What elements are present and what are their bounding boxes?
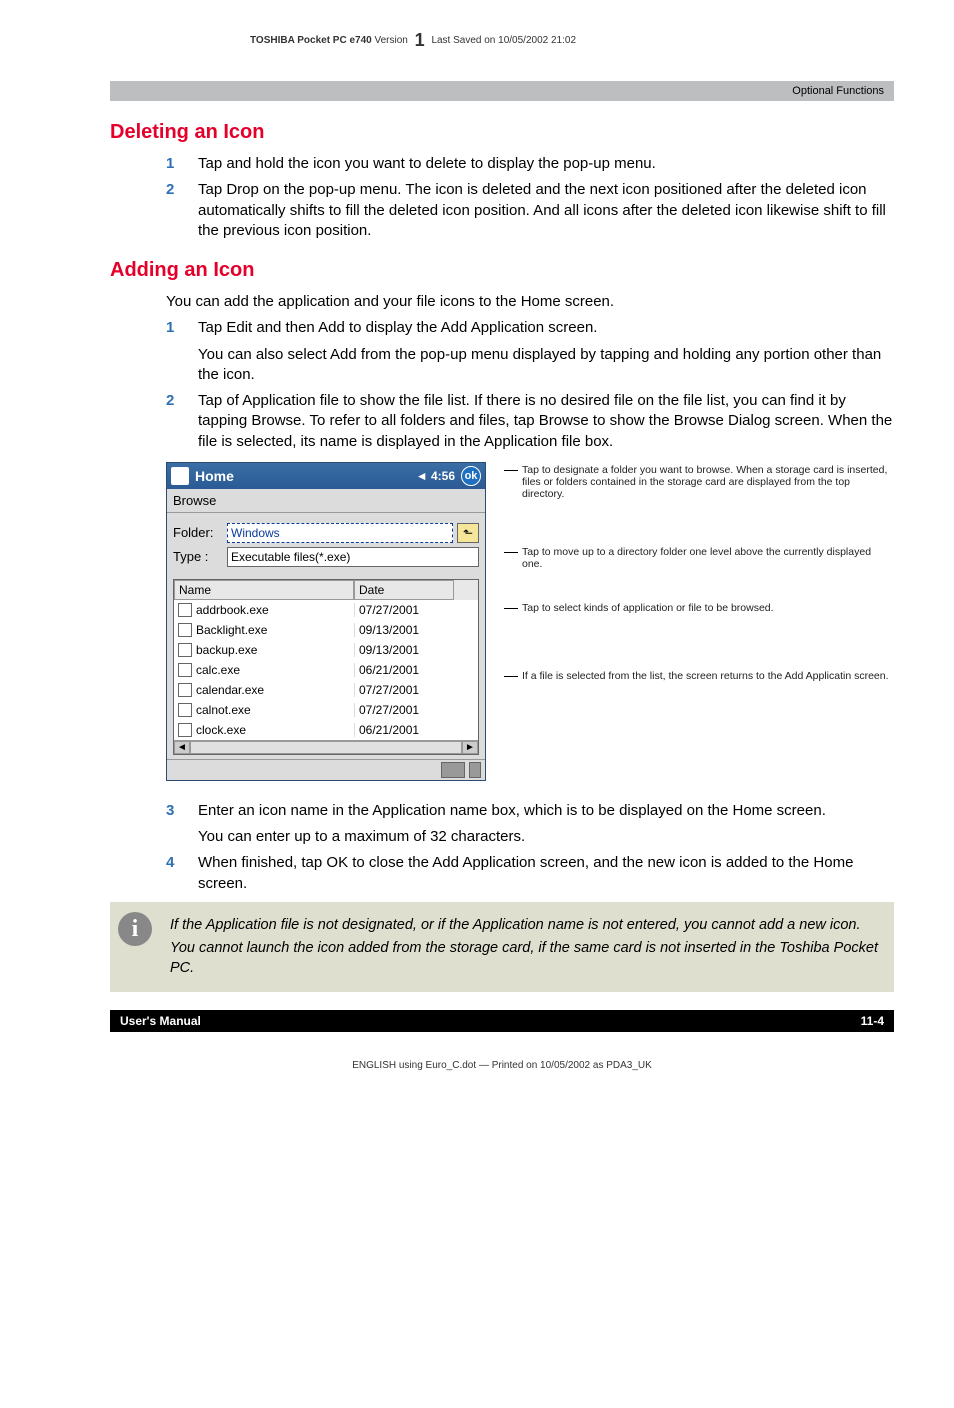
intro-text: You can add the application and your fil… <box>166 292 894 312</box>
footer-bar: User's Manual 11-4 <box>110 1010 894 1032</box>
list-item: 4 When finished, tap OK to close the Add… <box>166 853 894 894</box>
folder-up-button[interactable]: ⬑ <box>457 523 479 543</box>
document-header: TOSHIBA Pocket PC e740 Version 1 Last Sa… <box>250 30 894 51</box>
list-item: 2 Tap of Application file to show the fi… <box>166 391 894 452</box>
speaker-icon[interactable]: ◄ <box>416 469 428 483</box>
scroll-right-button[interactable]: ► <box>462 741 478 754</box>
annotation-type: Tap to select kinds of application or fi… <box>504 602 894 614</box>
step-text: When finished, tap OK to close the Add A… <box>198 853 894 894</box>
col-header-name[interactable]: Name <box>174 580 354 600</box>
list-item: 1 Tap Edit and then Add to display the A… <box>166 318 894 385</box>
step-text: Tap of Application file to show the file… <box>198 391 894 452</box>
folder-label: Folder: <box>173 525 227 540</box>
footer-left: User's Manual <box>120 1014 201 1028</box>
info-icon: i <box>118 912 152 946</box>
file-date: 07/27/2001 <box>354 703 454 717</box>
browse-header: Browse <box>167 489 485 513</box>
clock-time: ◄ 4:56 <box>416 469 455 483</box>
section-banner: Optional Functions <box>110 81 894 101</box>
step-number: 1 <box>166 318 184 385</box>
table-row[interactable]: calnot.exe 07/27/2001 <box>174 700 478 720</box>
file-name: clock.exe <box>196 723 246 737</box>
note-text-1: If the Application file is not designate… <box>170 916 880 936</box>
file-icon <box>178 643 192 657</box>
adding-title: Adding an Icon <box>110 259 894 282</box>
table-row[interactable]: addrbook.exe 07/27/2001 <box>174 600 478 620</box>
note-text-2: You cannot launch the icon added from th… <box>170 939 880 978</box>
footer-right: 11-4 <box>861 1014 884 1028</box>
titlebar: Home ◄ 4:56 ok <box>167 463 485 489</box>
type-label: Type : <box>173 549 227 564</box>
annotation-folder: Tap to designate a folder you want to br… <box>504 464 894 500</box>
keyboard-icon[interactable] <box>441 762 465 778</box>
file-date: 06/21/2001 <box>354 723 454 737</box>
file-name: addrbook.exe <box>196 603 269 617</box>
step-number: 1 <box>166 154 184 174</box>
annotation-up: Tap to move up to a directory folder one… <box>504 546 894 570</box>
step-text: Enter an icon name in the Application na… <box>198 801 894 821</box>
step-number: 3 <box>166 801 184 848</box>
table-row[interactable]: backup.exe 09/13/2001 <box>174 640 478 660</box>
h-scrollbar[interactable] <box>190 741 462 754</box>
file-icon <box>178 603 192 617</box>
table-row[interactable]: calendar.exe 07/27/2001 <box>174 680 478 700</box>
footer-printinfo: ENGLISH using Euro_C.dot — Printed on 10… <box>110 1060 894 1071</box>
step-text: Tap and hold the icon you want to delete… <box>198 154 894 174</box>
folder-up-icon: ⬑ <box>463 526 473 540</box>
file-icon <box>178 723 192 737</box>
step-text: Tap Edit and then Add to display the Add… <box>198 318 894 338</box>
type-dropdown[interactable] <box>227 547 479 567</box>
annotation-fileselect: If a file is selected from the list, the… <box>504 670 894 682</box>
step-extra: You can also select Add from the pop-up … <box>198 345 894 386</box>
file-name: backup.exe <box>196 643 257 657</box>
file-icon <box>178 663 192 677</box>
list-item: 1 Tap and hold the icon you want to dele… <box>166 154 894 174</box>
file-date: 06/21/2001 <box>354 663 454 677</box>
step-number: 4 <box>166 853 184 894</box>
callout-annotations: Tap to designate a folder you want to br… <box>504 462 894 781</box>
list-item: 3 Enter an icon name in the Application … <box>166 801 894 848</box>
table-row[interactable]: clock.exe 06/21/2001 <box>174 720 478 740</box>
step-number: 2 <box>166 180 184 241</box>
ok-button[interactable]: ok <box>461 466 481 486</box>
step-number: 2 <box>166 391 184 452</box>
file-list[interactable]: addrbook.exe 07/27/2001 Backlight.exe 09/13… <box>174 600 478 740</box>
step-text: Tap Drop on the pop-up menu. The icon is… <box>198 180 894 241</box>
list-item: 2 Tap Drop on the pop-up menu. The icon … <box>166 180 894 241</box>
note-box: i If the Application file is not designa… <box>110 902 894 993</box>
file-name: calendar.exe <box>196 683 264 697</box>
version-label: Version <box>375 35 408 46</box>
file-name: calc.exe <box>196 663 240 677</box>
deleting-title: Deleting an Icon <box>110 121 894 144</box>
start-icon[interactable] <box>171 467 189 485</box>
folder-dropdown[interactable] <box>227 523 453 543</box>
file-icon <box>178 683 192 697</box>
window-title: Home <box>195 468 234 484</box>
version-number: 1 <box>415 30 425 50</box>
file-date: 09/13/2001 <box>354 623 454 637</box>
scroll-left-button[interactable]: ◄ <box>174 741 190 754</box>
file-icon <box>178 703 192 717</box>
product-name: TOSHIBA Pocket PC e740 <box>250 35 372 46</box>
step-extra: You can enter up to a maximum of 32 char… <box>198 827 894 847</box>
saved-info: Last Saved on 10/05/2002 21:02 <box>431 35 576 46</box>
browse-dialog-screenshot: Home ◄ 4:56 ok Browse Folder: ⬑ Type : <box>166 462 486 781</box>
file-name: calnot.exe <box>196 703 251 717</box>
file-date: 07/27/2001 <box>354 603 454 617</box>
sip-arrow-icon[interactable] <box>469 762 481 778</box>
file-date: 09/13/2001 <box>354 643 454 657</box>
table-row[interactable]: Backlight.exe 09/13/2001 <box>174 620 478 640</box>
file-date: 07/27/2001 <box>354 683 454 697</box>
file-name: Backlight.exe <box>196 623 267 637</box>
file-icon <box>178 623 192 637</box>
table-row[interactable]: calc.exe 06/21/2001 <box>174 660 478 680</box>
col-header-date[interactable]: Date <box>354 580 454 600</box>
